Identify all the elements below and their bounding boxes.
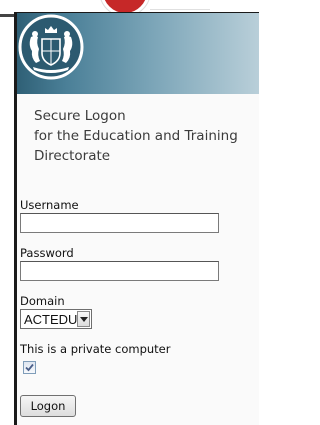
page-title: Secure Logon for the Education and Train… [34, 106, 259, 166]
title-line-1: Secure Logon [34, 108, 126, 124]
domain-selected-value: ACTEDU [24, 311, 78, 327]
chevron-down-icon[interactable] [77, 311, 90, 327]
logon-button[interactable]: Logon [20, 395, 76, 417]
password-field[interactable] [20, 261, 219, 281]
domain-select[interactable]: ACTEDU [20, 309, 92, 329]
private-computer-label: This is a private computer [20, 342, 171, 356]
username-label: Username [20, 198, 79, 212]
password-label: Password [20, 246, 74, 260]
background-divider [0, 14, 14, 17]
domain-label: Domain [20, 294, 65, 308]
title-line-3: Directorate [34, 148, 111, 164]
coat-of-arms-icon [18, 14, 84, 80]
title-line-2: for the Education and Training [34, 128, 238, 144]
panel-header [17, 13, 259, 94]
checkmark-icon [25, 363, 34, 372]
background-window-edge [150, 0, 210, 10]
private-computer-checkbox[interactable] [23, 361, 36, 374]
username-field[interactable] [20, 213, 219, 233]
